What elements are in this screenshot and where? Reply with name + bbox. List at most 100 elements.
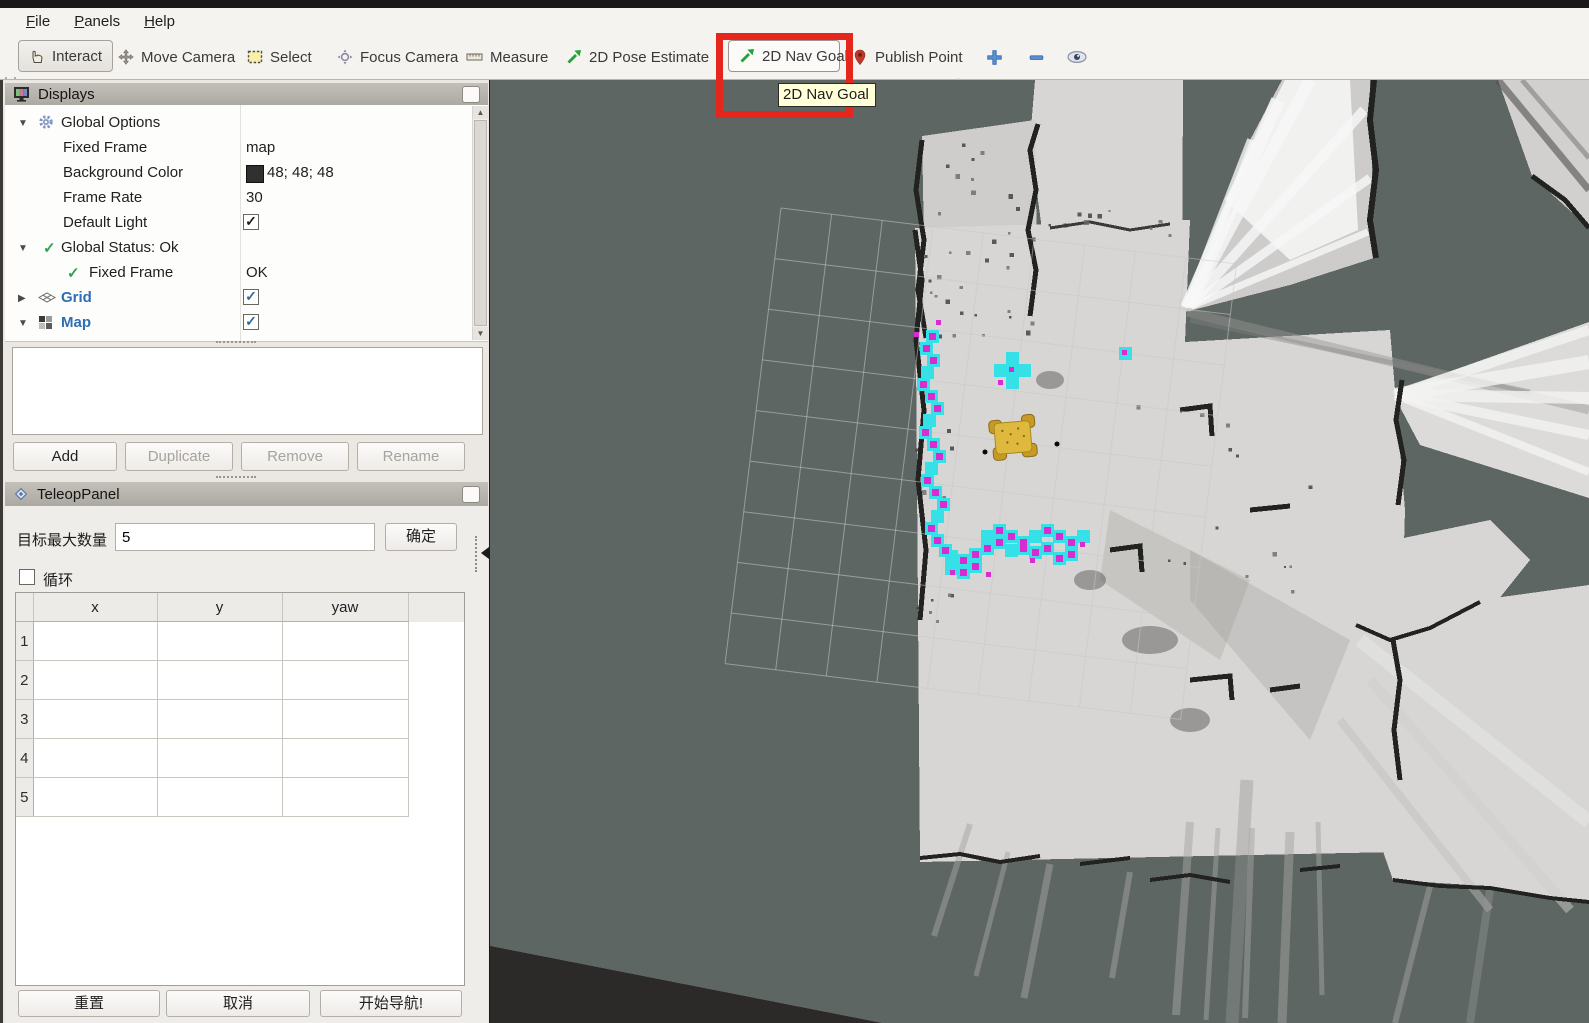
checkbox-checked[interactable]: ✓ — [243, 214, 259, 230]
column-header-x[interactable]: x — [33, 593, 157, 622]
tree-label: Status: Ok — [69, 339, 139, 342]
displays-panel-header[interactable]: Displays — [5, 83, 488, 105]
scroll-up-arrow-icon[interactable]: ▲ — [473, 106, 488, 119]
collapse-arrow-icon[interactable]: ▼ — [18, 243, 28, 254]
tree-label: Default Light — [63, 214, 147, 231]
focus-camera-tool-button[interactable]: Focus Camera — [337, 35, 458, 79]
goal-cell-y[interactable] — [157, 700, 282, 739]
checkbox-checked[interactable]: ✓ — [243, 314, 259, 330]
goal-table-header-row: x y yaw — [16, 593, 464, 622]
map-display-icon — [38, 315, 53, 330]
status-ok-check-icon: ✓ — [67, 264, 80, 282]
tree-row-fixed-frame-status[interactable]: ✓ Fixed Frame OK — [5, 261, 449, 286]
loop-checkbox-unchecked[interactable] — [19, 569, 35, 585]
add-button[interactable]: Add — [13, 442, 117, 471]
tree-row-frame-rate[interactable]: Frame Rate 30 — [5, 186, 449, 211]
color-swatch[interactable] — [246, 165, 264, 183]
select-tool-button[interactable]: Select — [247, 35, 312, 79]
scroll-down-arrow-icon[interactable]: ▼ — [473, 327, 488, 340]
row-number[interactable]: 4 — [16, 739, 33, 778]
goal-cell-yaw[interactable] — [282, 778, 408, 817]
tree-value: OK — [246, 264, 268, 281]
tree-scrollbar[interactable]: ▲ ▼ — [472, 106, 488, 340]
tree-value[interactable]: 48; 48; 48 — [267, 164, 334, 181]
move-camera-tool-button[interactable]: Move Camera — [118, 35, 235, 79]
menu-panels[interactable]: Panels — [64, 11, 130, 32]
tree-row-global-options[interactable]: ▼ Global Options — [5, 111, 449, 136]
tree-label: Global Status: Ok — [61, 239, 179, 256]
goal-table-row: 3 — [16, 700, 464, 739]
checkbox-checked[interactable]: ✓ — [243, 289, 259, 305]
expand-arrow-icon[interactable]: ▶ — [18, 293, 26, 304]
tree-row-background-color[interactable]: Background Color 48; 48; 48 — [5, 161, 449, 186]
teleop-panel-header[interactable]: TeleopPanel — [5, 482, 488, 506]
collapse-arrow-icon[interactable]: ▼ — [18, 318, 28, 329]
remove-tool-button[interactable] — [1028, 35, 1045, 79]
measure-tool-button[interactable]: Measure — [466, 35, 548, 79]
tree-row-global-status[interactable]: ▼ ✓ Global Status: Ok — [5, 236, 449, 261]
goal-cell-x[interactable] — [33, 739, 157, 778]
row-number[interactable]: 2 — [16, 661, 33, 700]
interact-tool-button[interactable]: Interact — [18, 40, 113, 72]
goal-cell-yaw[interactable] — [282, 661, 408, 700]
menu-file[interactable]: File — [16, 11, 60, 32]
tree-row-fixed-frame[interactable]: Fixed Frame map — [5, 136, 449, 161]
tree-value[interactable]: 30 — [246, 189, 263, 206]
displays-float-button[interactable] — [462, 86, 480, 103]
goal-cell-y[interactable] — [157, 778, 282, 817]
goal-cell-y[interactable] — [157, 739, 282, 778]
add-tool-button[interactable] — [986, 35, 1003, 79]
dock-collapse-arrow-icon[interactable] — [481, 547, 489, 559]
goal-table-row: 4 — [16, 739, 464, 778]
start-navigation-button[interactable]: 开始导航! — [320, 990, 462, 1017]
render-viewport[interactable] — [490, 80, 1589, 1023]
goal-cell-x[interactable] — [33, 700, 157, 739]
max-goal-input[interactable] — [115, 523, 375, 551]
goal-table-row: 2 — [16, 661, 464, 700]
scrollbar-thumb[interactable] — [474, 120, 487, 326]
column-header-yaw[interactable]: yaw — [282, 593, 408, 622]
column-header-y[interactable]: y — [157, 593, 282, 622]
corner-header-cell — [16, 593, 33, 622]
row-number[interactable]: 1 — [16, 622, 33, 661]
confirm-button[interactable]: 确定 — [385, 523, 457, 551]
grid-display-icon — [38, 292, 56, 303]
goal-cell-x[interactable] — [33, 622, 157, 661]
tree-row-grid[interactable]: ▶ Grid ✓ — [5, 286, 449, 311]
tree-row-map[interactable]: ▼ Map ✓ — [5, 311, 449, 336]
goal-cell-yaw[interactable] — [282, 622, 408, 661]
goal-cell-x[interactable] — [33, 661, 157, 700]
pose-estimate-tool-button[interactable]: 2D Pose Estimate — [566, 35, 709, 79]
teleop-panel-title: TeleopPanel — [37, 486, 120, 503]
publish-point-tool-button[interactable]: Publish Point — [852, 35, 963, 79]
collapse-arrow-icon[interactable]: ▼ — [18, 118, 28, 129]
ruler-icon — [466, 49, 483, 65]
map-pin-icon — [852, 49, 868, 66]
minus-icon — [1028, 49, 1045, 66]
goal-table-row: 5 — [16, 778, 464, 817]
focus-camera-tool-label: Focus Camera — [360, 49, 458, 66]
teleop-float-button[interactable] — [462, 486, 480, 503]
window-titlebar — [0, 0, 1589, 8]
goal-table-row: 1 — [16, 622, 464, 661]
dock-splitter[interactable] — [475, 536, 478, 572]
cancel-button[interactable]: 取消 — [166, 990, 310, 1017]
pose-estimate-tool-label: 2D Pose Estimate — [589, 49, 709, 66]
menu-help[interactable]: Help — [134, 11, 185, 32]
goal-cell-y[interactable] — [157, 661, 282, 700]
goal-cell-yaw[interactable] — [282, 700, 408, 739]
row-number[interactable]: 5 — [16, 778, 33, 817]
row-number[interactable]: 3 — [16, 700, 33, 739]
goal-table: x y yaw 1 2 3 4 5 — [15, 592, 465, 986]
goal-cell-y[interactable] — [157, 622, 282, 661]
goal-cell-x[interactable] — [33, 778, 157, 817]
gear-icon — [38, 114, 54, 130]
tree-row-default-light[interactable]: Default Light ✓ — [5, 211, 449, 236]
tree-value[interactable]: map — [246, 139, 275, 156]
interact-tool-label: Interact — [52, 48, 102, 65]
visibility-tool-button[interactable] — [1066, 35, 1088, 79]
status-ok-check-icon: ✓ — [43, 239, 56, 257]
goal-cell-yaw[interactable] — [282, 739, 408, 778]
reset-button[interactable]: 重置 — [18, 990, 160, 1017]
measure-tool-label: Measure — [490, 49, 548, 66]
